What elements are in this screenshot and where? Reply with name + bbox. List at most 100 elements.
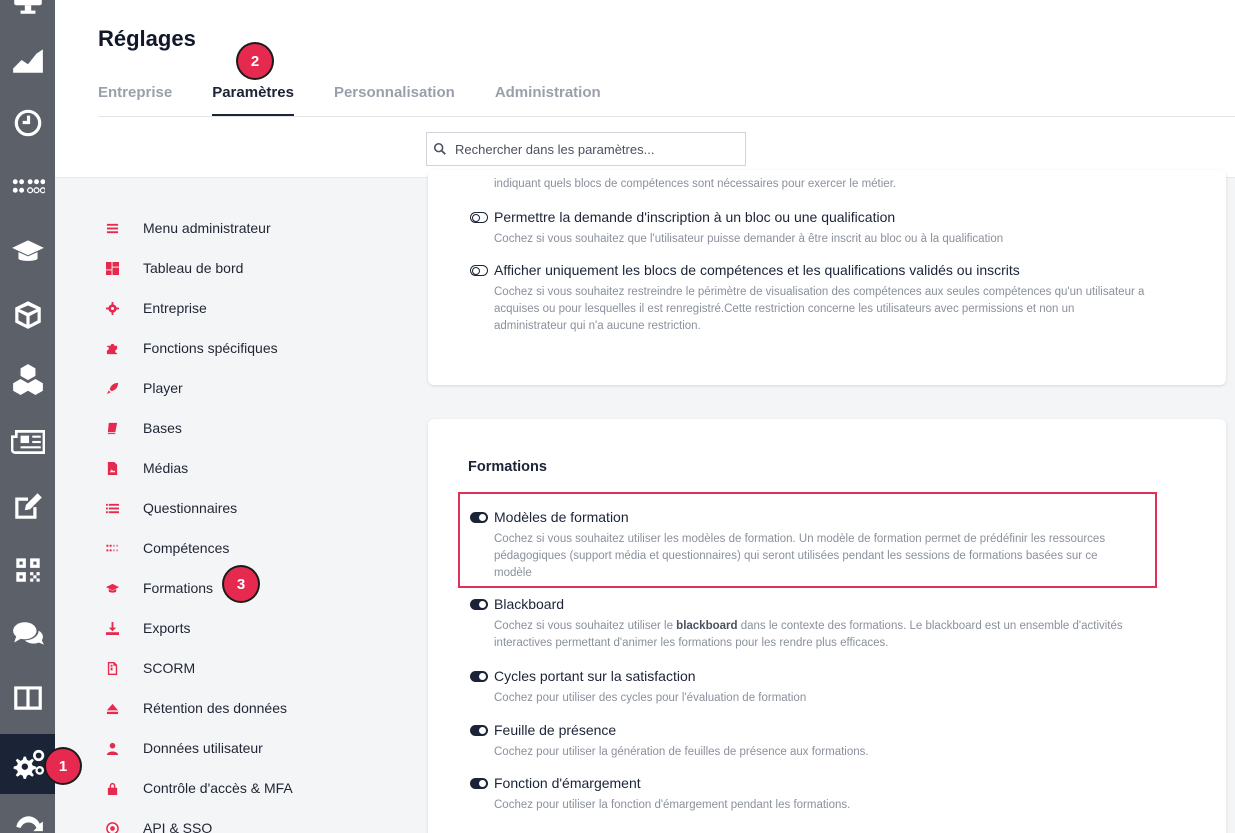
toggle-switch[interactable] xyxy=(470,264,488,276)
user-icon xyxy=(106,742,119,755)
option-description: Cochez si vous souhaitez restreindre le … xyxy=(494,286,1145,332)
rail-item-layout[interactable] xyxy=(0,669,55,727)
option-description: Cochez si vous souhaitez utiliser les mo… xyxy=(494,533,1106,579)
monitor-icon xyxy=(13,0,42,14)
rail-item-training[interactable] xyxy=(0,222,55,280)
rail-item-qrcode[interactable] xyxy=(0,541,55,599)
icon-rail xyxy=(0,0,55,833)
api-icon xyxy=(106,821,119,833)
menu-item-entreprise[interactable]: Entreprise xyxy=(98,288,398,328)
menu-item-label: Rétention des données xyxy=(143,700,287,716)
rail-item-monitor[interactable] xyxy=(0,0,55,30)
tabs-divider xyxy=(98,116,1235,117)
menu-item-label: Données utilisateur xyxy=(143,740,263,756)
bars-icon xyxy=(106,223,119,233)
option-enrolment-request: Permettre la demande d'inscription à un … xyxy=(470,209,1170,248)
option-blackboard: Blackboard Cochez si vous souhaitez util… xyxy=(470,596,1150,652)
option-description: Cochez si vous souhaitez utiliser le bla… xyxy=(494,618,1150,652)
option-title: Feuille de présence xyxy=(494,722,617,738)
dashboard-icon xyxy=(106,261,119,275)
lock-icon xyxy=(107,782,118,795)
cog-icon xyxy=(106,301,119,315)
tab-entreprise[interactable]: Entreprise xyxy=(98,80,172,116)
menu-item-user-data[interactable]: Données utilisateur xyxy=(98,728,398,768)
cogs-icon xyxy=(13,749,44,779)
desc-text: Cochez si vous souhaitez utiliser le xyxy=(494,620,677,632)
menu-item-formations[interactable]: Formations xyxy=(98,568,398,608)
download-icon xyxy=(106,621,119,635)
page-header: Réglages Entreprise Paramètres Personnal… xyxy=(55,0,1235,178)
rail-item-history[interactable] xyxy=(0,94,55,152)
menu-item-label: Tableau de bord xyxy=(143,260,244,276)
rail-item-bundles[interactable] xyxy=(0,350,55,408)
image-file-icon xyxy=(107,461,118,475)
rail-item-modules[interactable] xyxy=(0,286,55,344)
settings-menu: Menu administrateur Tableau de bord Entr… xyxy=(98,208,398,833)
desc-bold-text: blackboard xyxy=(676,620,738,632)
menu-item-player[interactable]: Player xyxy=(98,368,398,408)
rail-item-chat[interactable] xyxy=(0,606,55,664)
menu-item-label: Fonctions spécifiques xyxy=(143,340,278,356)
step-badge-2: 2 xyxy=(238,44,272,78)
page-title: Réglages xyxy=(98,26,196,51)
partial-description: indiquant quels blocs de compétences son… xyxy=(494,178,897,190)
menu-item-scorm[interactable]: SCORM xyxy=(98,648,398,688)
option-description: Cochez pour utiliser la génération de fe… xyxy=(494,746,869,758)
comments-icon xyxy=(12,622,44,645)
menu-item-label: Exports xyxy=(143,620,191,636)
newspaper-icon xyxy=(10,430,45,454)
menu-item-questionnaires[interactable]: Questionnaires xyxy=(98,488,398,528)
menu-item-competences[interactable]: Compétences xyxy=(98,528,398,568)
menu-item-dashboard[interactable]: Tableau de bord xyxy=(98,248,398,288)
option-attendance-sheet: Feuille de présence Cochez pour utiliser… xyxy=(470,722,1170,761)
menu-item-label: Menu administrateur xyxy=(143,220,271,236)
book-icon xyxy=(107,422,118,434)
sync-icon xyxy=(15,816,43,832)
tab-administration[interactable]: Administration xyxy=(495,80,601,116)
option-title: Modèles de formation xyxy=(494,509,629,525)
menu-item-bases[interactable]: Bases xyxy=(98,408,398,448)
dots-grid-icon xyxy=(12,179,45,194)
menu-item-specific-functions[interactable]: Fonctions spécifiques xyxy=(98,328,398,368)
menu-item-admin-menu[interactable]: Menu administrateur xyxy=(98,208,398,248)
menu-item-label: Questionnaires xyxy=(143,500,238,516)
dots-grid-icon xyxy=(106,544,119,551)
menu-item-label: Médias xyxy=(143,460,189,476)
tab-personnalisation[interactable]: Personnalisation xyxy=(334,80,455,116)
skills-settings-card: indiquant quels blocs de compétences son… xyxy=(428,170,1226,385)
menu-item-label: Bases xyxy=(143,420,182,436)
rail-item-skills[interactable] xyxy=(0,157,55,215)
section-title: Formations xyxy=(468,459,547,475)
menu-item-exports[interactable]: Exports xyxy=(98,608,398,648)
menu-item-access-control[interactable]: Contrôle d'accès & MFA xyxy=(98,768,398,808)
rail-item-news[interactable] xyxy=(0,413,55,471)
menu-item-data-retention[interactable]: Rétention des données xyxy=(98,688,398,728)
menu-item-label: Contrôle d'accès & MFA xyxy=(143,780,293,796)
toggle-switch[interactable] xyxy=(470,777,488,789)
menu-item-label: Compétences xyxy=(143,540,230,556)
toggle-switch[interactable] xyxy=(470,724,488,736)
menu-item-api-sso[interactable]: API & SSO xyxy=(98,808,398,833)
rail-item-edit[interactable] xyxy=(0,477,55,535)
settings-search-input[interactable]: Rechercher dans les paramètres... xyxy=(426,132,746,166)
cubes-icon xyxy=(12,364,43,395)
toggle-switch[interactable] xyxy=(470,598,488,610)
columns-icon xyxy=(13,686,42,710)
menu-item-medias[interactable]: Médias xyxy=(98,448,398,488)
rail-item-charts[interactable] xyxy=(0,31,55,89)
toggle-switch[interactable] xyxy=(470,670,488,682)
search-icon xyxy=(433,142,446,155)
option-title: Fonction d'émargement xyxy=(494,775,641,791)
rail-item-sync[interactable] xyxy=(0,800,55,833)
option-description: Cochez pour utiliser des cycles pour l'é… xyxy=(494,692,807,704)
toggle-switch[interactable] xyxy=(470,211,488,223)
menu-item-label: Entreprise xyxy=(143,300,207,316)
option-title: Blackboard xyxy=(494,596,565,612)
tab-parametres[interactable]: Paramètres xyxy=(212,80,294,116)
option-signature: Fonction d'émargement Cochez pour utilis… xyxy=(470,775,1170,814)
option-title: Afficher uniquement les blocs de compéte… xyxy=(494,262,1020,278)
settings-tabs: Entreprise Paramètres Personnalisation A… xyxy=(98,80,601,116)
option-satisfaction-cycles: Cycles portant sur la satisfaction Coche… xyxy=(470,668,1170,707)
option-training-templates: Modèles de formation Cochez si vous souh… xyxy=(470,509,1130,582)
toggle-switch[interactable] xyxy=(470,511,488,523)
